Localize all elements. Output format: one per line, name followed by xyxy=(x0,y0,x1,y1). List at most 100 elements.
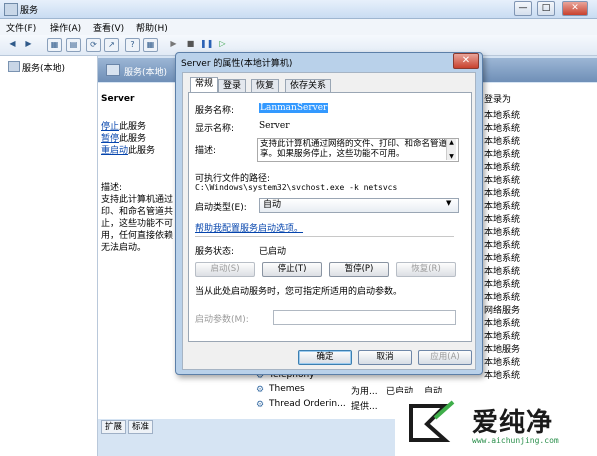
description-scrollbar[interactable]: ▲ ▼ xyxy=(446,139,456,160)
tab-general[interactable]: 常规 xyxy=(190,77,219,93)
export-list-icon[interactable]: ↗ xyxy=(104,38,119,52)
services-node-icon xyxy=(8,61,20,72)
divider xyxy=(195,236,454,237)
description-line: 支持此计算机通过 xyxy=(101,195,174,205)
logon-cell: 本地系统 xyxy=(484,176,521,186)
display-name-label: 显示名称: xyxy=(195,124,235,134)
description-label: 描述: xyxy=(101,183,123,193)
start-params-hint: 当从此处启动服务时，您可指定所适用的启动参数。 xyxy=(195,287,403,297)
logon-cell: 本地系统 xyxy=(484,241,521,251)
resume-button[interactable]: 恢复(R) xyxy=(396,262,456,277)
tab-extended[interactable]: 扩展 xyxy=(101,420,127,434)
ok-button[interactable]: 确定 xyxy=(298,350,352,365)
tab-recovery[interactable]: 恢复 xyxy=(251,79,280,93)
forward-icon[interactable]: ▶ xyxy=(22,38,35,50)
service-name-label: 服务名称: xyxy=(195,106,235,116)
view-icon[interactable]: ▦ xyxy=(143,38,158,52)
start-params-label: 启动参数(M): xyxy=(195,315,249,325)
description-line: 止，这些功能不可 xyxy=(101,219,174,229)
menu-bar xyxy=(0,19,597,35)
pause-button[interactable]: 暂停(P) xyxy=(329,262,389,277)
menu-view[interactable]: 查看(V) xyxy=(93,21,124,34)
help-icon[interactable]: ? xyxy=(125,38,140,52)
logon-cell: 本地服务 xyxy=(484,345,521,355)
description-line: 印、和命名管道共 xyxy=(101,207,174,217)
cancel-button[interactable]: 取消 xyxy=(358,350,412,365)
description-line: 用，任何直接依赖 xyxy=(101,231,174,241)
stop-service-icon[interactable]: ■ xyxy=(184,38,197,50)
logon-cell: 本地系统 xyxy=(484,358,521,368)
panel-header-title: 服务(本地) xyxy=(124,68,168,78)
startup-type-label: 启动类型(E): xyxy=(195,203,247,213)
startup-help-link[interactable]: 帮助我配置服务启动选项。 xyxy=(195,221,303,234)
start-service-icon[interactable]: ▶ xyxy=(167,38,180,50)
watermark-url: www.aichunjing.com xyxy=(472,436,559,445)
selected-service-title: Server xyxy=(101,94,135,104)
tab-dependencies[interactable]: 依存关系 xyxy=(285,79,332,93)
column-header-logon[interactable]: 登录为 xyxy=(484,92,511,105)
link-suffix: 此服务 xyxy=(128,146,156,156)
dialog-close-button[interactable]: ✕ xyxy=(453,53,479,69)
logon-cell: 本地系统 xyxy=(484,163,521,173)
logon-cell: 本地系统 xyxy=(484,332,521,342)
dialog-title: Server 的属性(本地计算机) xyxy=(181,59,293,69)
service-row-desc: 提供... xyxy=(351,402,378,412)
logon-cell: 本地系统 xyxy=(484,189,521,199)
logon-cell: 本地系统 xyxy=(484,215,521,225)
description-field[interactable]: 支持此计算机通过网络的文件、打印、和命名管道共享。如果服务停止，这些功能不可用。 xyxy=(257,138,459,162)
services-app-icon xyxy=(4,3,18,16)
service-row-name[interactable]: Themes xyxy=(269,384,305,394)
refresh-icon[interactable]: ⟳ xyxy=(86,38,101,52)
window-title: 服务 xyxy=(20,6,39,16)
logon-cell: 本地系统 xyxy=(484,202,521,212)
logon-cell: 本地系统 xyxy=(484,319,521,329)
service-name-value[interactable]: LanmanServer xyxy=(259,103,329,113)
start-button[interactable]: 启动(S) xyxy=(195,262,255,277)
maximize-button[interactable]: □ xyxy=(537,1,555,16)
window-titlebar xyxy=(0,0,597,19)
service-description: 描述: 支持此计算机通过 印、和命名管道共 止，这些功能不可 用，任何直接依赖 … xyxy=(101,182,181,254)
service-status-value: 已启动 xyxy=(259,247,287,257)
menu-action[interactable]: 操作(A) xyxy=(50,21,81,34)
logon-cell: 本地系统 xyxy=(484,371,521,381)
logon-cell: 本地系统 xyxy=(484,280,521,290)
properties-icon[interactable]: ▤ xyxy=(66,38,81,52)
startup-type-select[interactable]: 自动 xyxy=(259,198,459,213)
restart-service-action[interactable]: 重启动此服务 xyxy=(101,143,155,156)
gear-icon: ⚙ xyxy=(256,385,265,395)
tab-standard[interactable]: 标准 xyxy=(128,420,154,434)
console-tree xyxy=(0,56,98,456)
logon-cell: 网络服务 xyxy=(484,306,521,316)
back-icon[interactable]: ◀ xyxy=(6,38,19,50)
description-line: 无法启动。 xyxy=(101,243,147,253)
service-row-name[interactable]: Thread Orderin... xyxy=(269,399,346,409)
chevron-down-icon[interactable]: ▼ xyxy=(446,199,451,207)
close-button[interactable]: ✕ xyxy=(562,1,588,16)
restart-link[interactable]: 重启动 xyxy=(101,146,128,156)
pause-service-icon[interactable]: ❚❚ xyxy=(200,38,213,50)
logon-cell: 本地系统 xyxy=(484,228,521,238)
console-tree-icon[interactable]: ▦ xyxy=(47,38,62,52)
menu-file[interactable]: 文件(F) xyxy=(6,21,36,34)
service-row-desc: 为用... xyxy=(351,387,378,397)
logon-cell: 本地系统 xyxy=(484,267,521,277)
logon-cell: 本地系统 xyxy=(484,124,521,134)
logon-cell: 本地系统 xyxy=(484,254,521,264)
service-status-label: 服务状态: xyxy=(195,247,235,257)
start-params-input[interactable] xyxy=(273,310,456,325)
gear-icon: ⚙ xyxy=(256,400,265,410)
tree-item-services-local[interactable]: 服务(本地) xyxy=(22,61,65,74)
menu-help[interactable]: 帮助(H) xyxy=(136,21,168,34)
description-field-label: 描述: xyxy=(195,146,217,156)
logon-cell: 本地系统 xyxy=(484,293,521,303)
display-name-value[interactable]: Server xyxy=(259,121,290,131)
restart-service-icon[interactable]: ▷ xyxy=(216,38,229,50)
services-header-icon xyxy=(106,64,120,76)
apply-button[interactable]: 应用(A) xyxy=(418,350,472,365)
service-name-text[interactable]: LanmanServer xyxy=(259,103,329,113)
minimize-button[interactable]: — xyxy=(514,1,532,16)
watermark-text: 爱纯净 xyxy=(472,408,554,438)
stop-button[interactable]: 停止(T) xyxy=(262,262,322,277)
logon-cell: 本地系统 xyxy=(484,111,521,121)
tab-logon[interactable]: 登录 xyxy=(218,79,247,93)
